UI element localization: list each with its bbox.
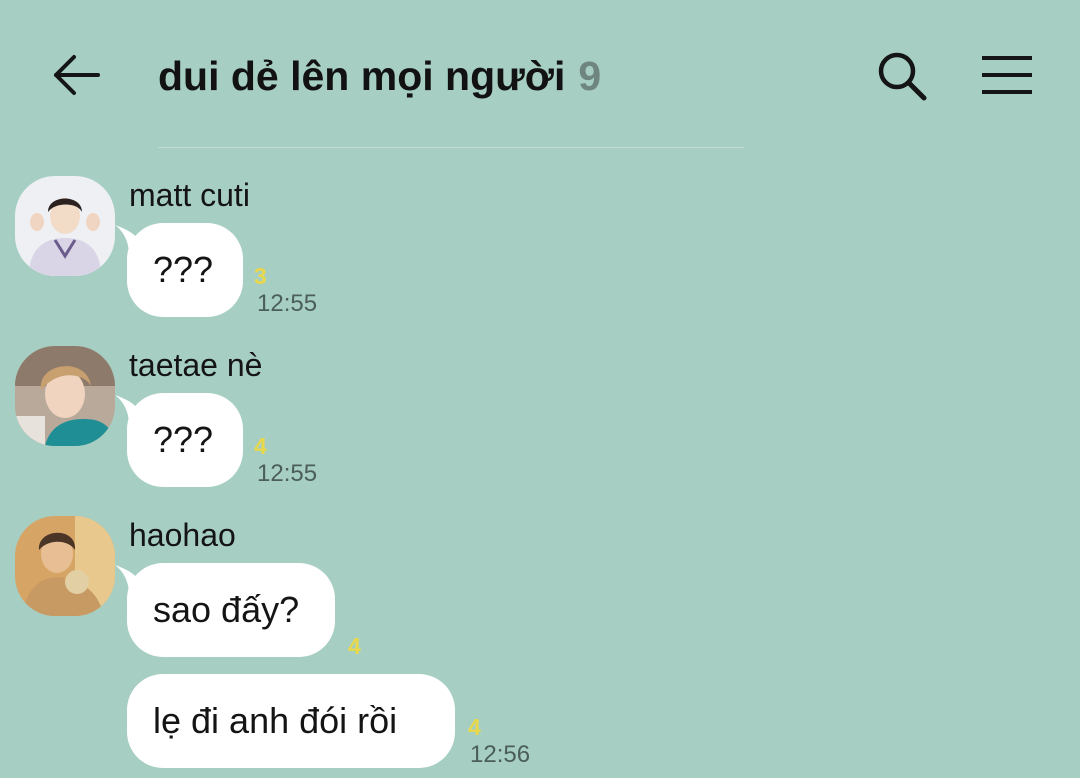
chat-header: dui dẻ lên mọi người 9 bbox=[0, 0, 1080, 150]
avatar-taetae-ne[interactable] bbox=[15, 346, 115, 446]
avatar-matt-cuti[interactable] bbox=[15, 176, 115, 276]
message-text: ??? bbox=[153, 249, 214, 290]
back-arrow-icon bbox=[54, 55, 100, 95]
member-count: 9 bbox=[578, 52, 602, 99]
message-text: lẹ đi anh đói rồi bbox=[153, 700, 398, 741]
header-divider bbox=[158, 147, 744, 148]
search-icon bbox=[878, 52, 927, 101]
avatar-image bbox=[15, 516, 115, 616]
unread-count: 3 bbox=[254, 263, 267, 289]
message-time: 12:56 bbox=[470, 741, 531, 768]
chat-title: dui dẻ lên mọi người bbox=[158, 52, 566, 99]
avatar-image bbox=[15, 176, 115, 276]
message-bubble[interactable]: lẹ đi anh đói rồi bbox=[127, 674, 455, 768]
message-time: 12:55 bbox=[257, 290, 318, 317]
message-text: ??? bbox=[153, 419, 214, 460]
unread-count: 4 bbox=[348, 633, 361, 659]
unread-count: 4 bbox=[254, 433, 267, 459]
chat-title-group[interactable]: dui dẻ lên mọi người 9 bbox=[158, 48, 601, 104]
menu-icon bbox=[982, 56, 1032, 94]
sender-name: taetae nè bbox=[129, 347, 263, 383]
avatar-image bbox=[15, 346, 115, 446]
unread-count: 4 bbox=[468, 714, 481, 740]
message-bubble[interactable]: ??? bbox=[127, 393, 243, 487]
menu-button[interactable] bbox=[978, 50, 1036, 100]
sender-name: haohao bbox=[129, 517, 236, 553]
message-bubble[interactable]: ??? bbox=[127, 223, 243, 317]
back-button[interactable] bbox=[50, 50, 104, 100]
message-text: sao đấy? bbox=[153, 589, 300, 630]
avatar-haohao[interactable] bbox=[15, 516, 115, 616]
message-bubble[interactable]: sao đấy? bbox=[127, 563, 335, 657]
search-button[interactable] bbox=[874, 48, 930, 104]
sender-name: matt cuti bbox=[129, 177, 250, 213]
message-time: 12:55 bbox=[257, 460, 318, 487]
